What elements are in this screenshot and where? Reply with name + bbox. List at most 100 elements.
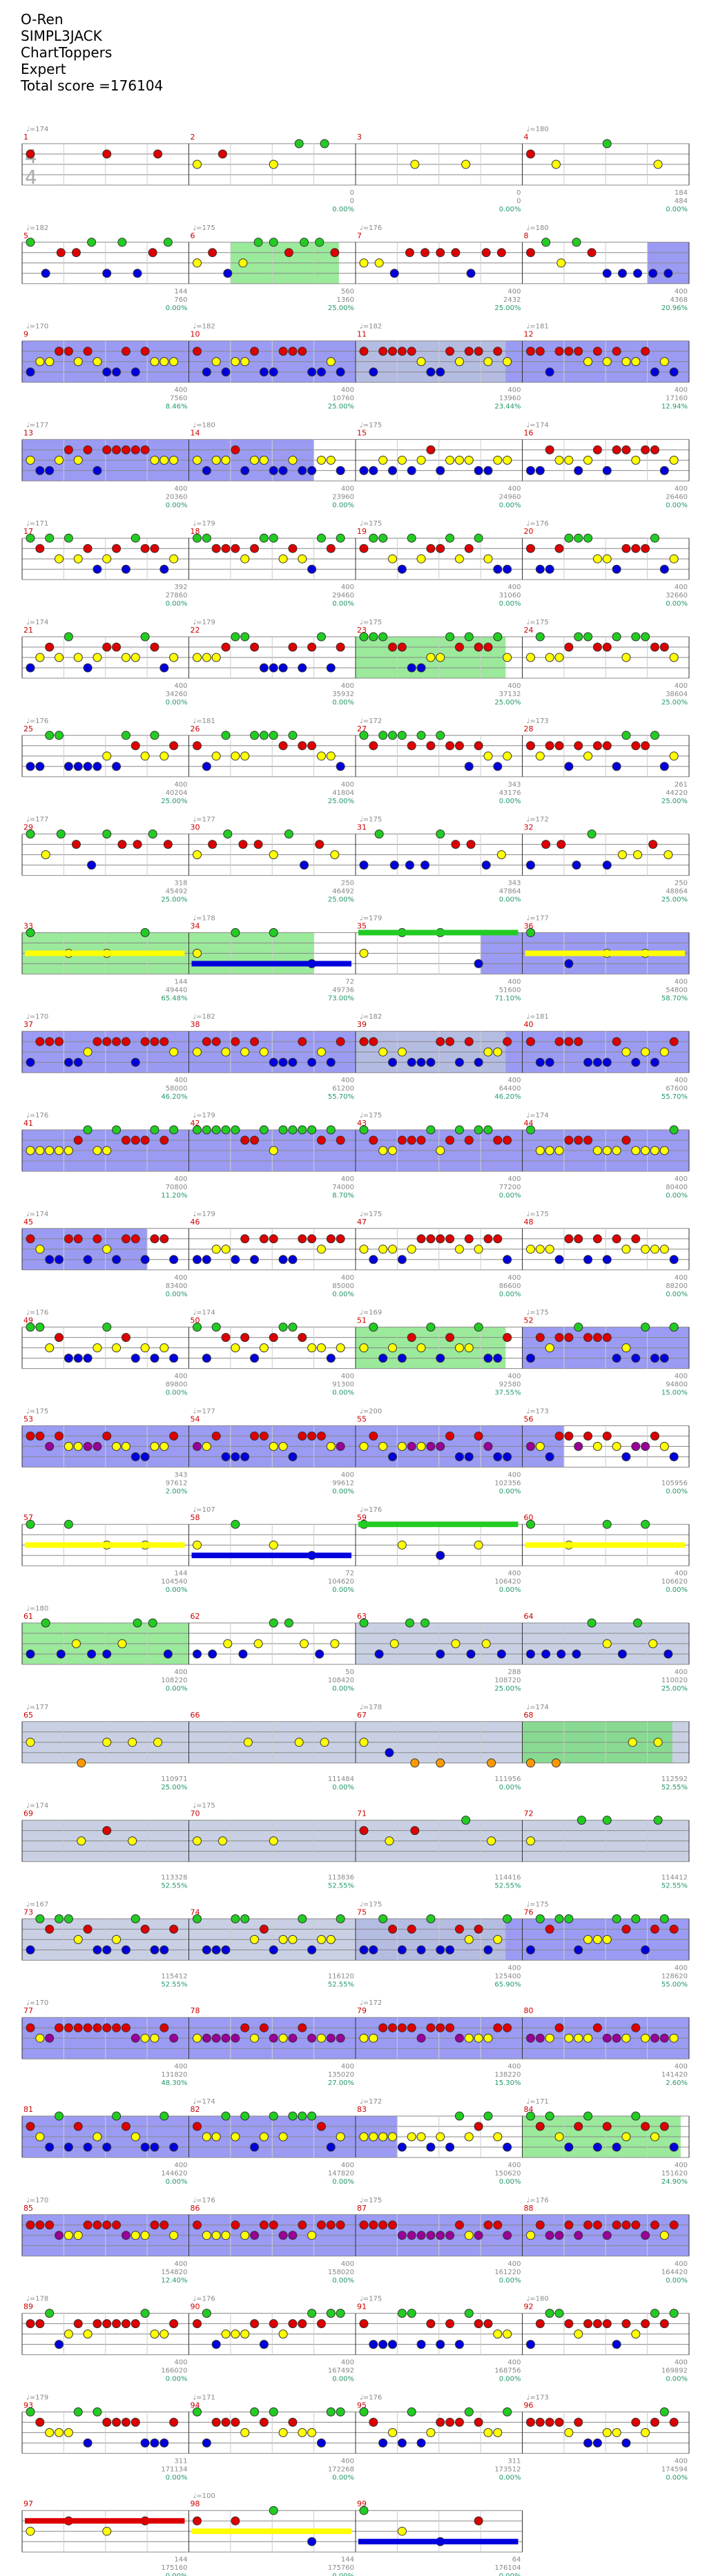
note [592,1234,602,1244]
note [359,465,369,475]
note [102,269,112,278]
cumulative-score: 138220 [494,2071,521,2079]
sustain-bar [358,1521,519,1528]
note [269,465,278,475]
measure-score: 250 [675,880,688,887]
note [483,751,493,761]
note [240,2111,250,2121]
chart-row: 1♩=174234♩=18044000.00%000.00%1844840.00… [21,126,690,213]
measure-score: 400 [507,485,521,492]
note [564,2142,574,2152]
measure-score: 400 [507,1570,521,1577]
note [93,762,102,771]
note [169,653,179,662]
note [378,632,388,642]
note [426,1441,436,1451]
measure-number: 79 [357,2006,367,2015]
cumulative-score: 114416 [494,1874,521,1882]
note [426,367,436,377]
note [45,1924,55,1934]
note [388,1244,398,1254]
note [659,357,669,367]
note [483,1945,493,1954]
note [474,533,483,543]
note [407,2407,416,2416]
note [583,2111,593,2121]
note [73,1234,83,1244]
note [407,1244,416,1254]
tempo-marking: ♩=175 [193,224,215,232]
note [259,455,269,465]
note [436,367,445,377]
measure-number: 21 [23,626,33,635]
measure-number: 65 [23,1711,33,1720]
note [464,632,474,642]
note [474,347,483,356]
note [388,731,398,740]
note [83,1924,93,1934]
cumulative-score: 92580 [499,1381,521,1389]
note [298,2428,307,2437]
measure-score: 400 [675,387,688,394]
note [159,564,169,574]
note [454,642,464,652]
measure-score: 400 [507,2162,521,2169]
note [631,2023,641,2032]
note [307,564,317,574]
note [583,2319,593,2329]
sp-percent: 0.00% [499,2178,521,2186]
sp-percent: 0.00% [332,699,354,707]
note [64,1146,73,1155]
note [26,663,35,673]
note [397,1135,407,1145]
note [326,1441,336,1451]
note [574,2231,583,2240]
chart-row: 93♩=17994♩=17195♩=17696♩=1733111711340.0… [21,2394,690,2481]
note [641,544,650,553]
note [130,1234,140,1244]
cumulative-score: 1360 [337,296,354,304]
note [474,2033,483,2043]
tempo-marking: ♩=174 [527,1704,549,1711]
note [551,1758,561,1768]
note [474,959,483,968]
tempo-marking: ♩=179 [193,1211,215,1218]
tempo-marking: ♩=180 [527,126,549,133]
note [133,1618,142,1628]
note [288,2417,298,2427]
note [407,1924,416,1934]
note [407,663,416,673]
note [45,1441,55,1451]
tempo-marking: ♩=174 [527,1112,549,1119]
note [193,850,202,860]
sp-percent: 52.55% [661,1883,688,1890]
note [211,2340,221,2349]
note [389,269,399,278]
note [307,1234,317,1244]
note [574,2417,583,2427]
note [641,2428,650,2437]
note [73,1354,83,1363]
cumulative-score: 61200 [332,1085,354,1093]
sp-percent: 58.70% [661,994,688,1002]
note [259,367,269,377]
tempo-marking: ♩=176 [193,2296,215,2303]
note [221,2033,231,2043]
note [621,1924,631,1934]
note [193,2220,202,2230]
note [612,1354,621,1363]
note [159,663,169,673]
measure-score: 400 [341,682,354,690]
note [320,1738,329,1747]
note [250,1255,260,1265]
note [250,544,260,553]
sp-percent: 8.46% [166,403,188,411]
cumulative-score: 45492 [166,888,188,896]
note [583,455,593,465]
note [583,2033,593,2043]
cumulative-score: 99612 [332,1479,354,1487]
tempo-marking: ♩=170 [26,323,48,331]
measure-number: 64 [524,1612,534,1621]
note [231,1452,240,1461]
note [487,1758,496,1768]
